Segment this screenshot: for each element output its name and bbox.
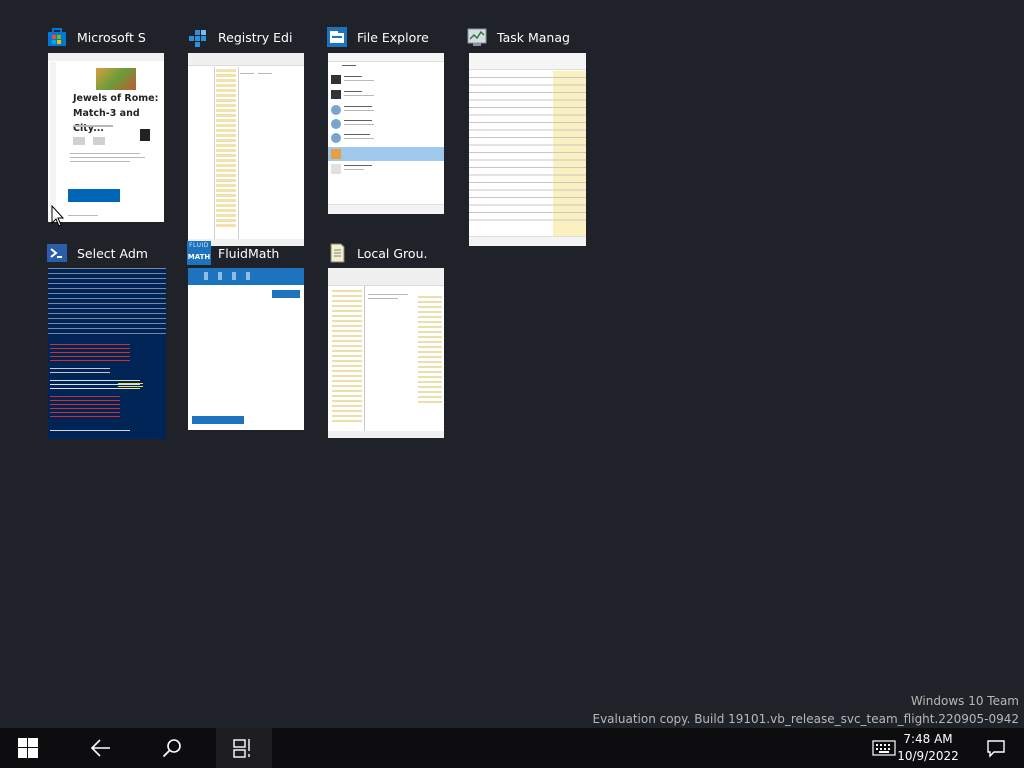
window-thumbnail[interactable] — [188, 53, 304, 246]
microsoft-store-icon — [46, 26, 68, 48]
windows-edition-label: Windows 10 Team — [910, 694, 1019, 708]
tile-header: Select Adm — [46, 240, 166, 266]
start-icon — [18, 738, 38, 758]
tile-header: File Explore — [326, 24, 446, 50]
window-thumbnail[interactable] — [328, 268, 444, 438]
mouse-pointer-icon — [51, 205, 65, 227]
window-tile-microsoft-store[interactable]: Microsoft S Jewels of Rome: Match-3 and … — [46, 24, 166, 224]
game-artwork — [96, 68, 136, 90]
fluidmath-logo-bottom: MATH — [187, 253, 211, 261]
window-title: Select Adm — [77, 245, 148, 261]
start-button[interactable] — [0, 728, 56, 768]
fluidmath-logo-top: FLUID — [189, 242, 209, 249]
back-icon — [90, 739, 110, 757]
clock-date: 10/9/2022 — [897, 749, 959, 763]
taskbar: 7:48 AM 10/9/2022 — [0, 728, 1024, 768]
search-icon — [162, 739, 181, 758]
clock-time: 7:48 AM — [903, 732, 953, 746]
window-tile-local-group-policy[interactable]: Local Grou. — [326, 240, 446, 440]
task-view-button[interactable] — [216, 728, 272, 768]
notification-icon — [987, 740, 1005, 758]
task-manager-icon — [466, 26, 488, 48]
tile-header: Microsoft S — [46, 24, 166, 50]
local-group-policy-icon — [326, 242, 348, 264]
window-thumbnail[interactable] — [188, 268, 304, 430]
window-tile-powershell[interactable]: Select Adm — [46, 240, 166, 440]
window-title: Local Grou. — [357, 245, 428, 261]
window-thumbnail[interactable] — [469, 53, 586, 246]
window-thumbnail[interactable] — [48, 268, 166, 439]
search-button[interactable] — [144, 728, 200, 768]
powershell-icon — [46, 242, 68, 264]
registry-editor-icon — [187, 26, 209, 48]
window-title: Task Manag — [497, 29, 570, 45]
window-title: FluidMath — [218, 245, 280, 261]
window-tile-registry-editor[interactable]: Registry Edi — [187, 24, 307, 246]
get-button — [68, 189, 120, 202]
tile-header: Task Manag — [466, 24, 586, 50]
system-clock[interactable]: 7:48 AM 10/9/2022 — [888, 731, 968, 765]
window-tile-task-manager[interactable]: Task Manag — [466, 24, 586, 246]
evaluation-build-label: Evaluation copy. Build 19101.vb_release_… — [592, 712, 1019, 726]
window-thumbnail[interactable] — [328, 53, 444, 214]
file-explorer-icon — [326, 26, 348, 48]
tile-header: Local Grou. — [326, 240, 446, 266]
tile-header: FLUID MATH FluidMath — [187, 240, 307, 266]
window-title: Registry Edi — [218, 29, 293, 45]
window-thumbnail[interactable]: Jewels of Rome: Match-3 and City... — [48, 53, 164, 222]
selected-row — [328, 147, 444, 161]
fluidmath-icon: FLUID MATH — [187, 241, 211, 265]
task-view-icon — [233, 739, 250, 758]
back-button[interactable] — [72, 728, 128, 768]
window-title: File Explore — [357, 29, 429, 45]
action-center-button[interactable] — [968, 728, 1024, 768]
window-tile-file-explorer[interactable]: File Explore — [326, 24, 446, 224]
window-tile-fluidmath[interactable]: FLUID MATH FluidMath — [187, 240, 307, 440]
window-title: Microsoft S — [77, 29, 146, 45]
tile-header: Registry Edi — [187, 24, 307, 50]
